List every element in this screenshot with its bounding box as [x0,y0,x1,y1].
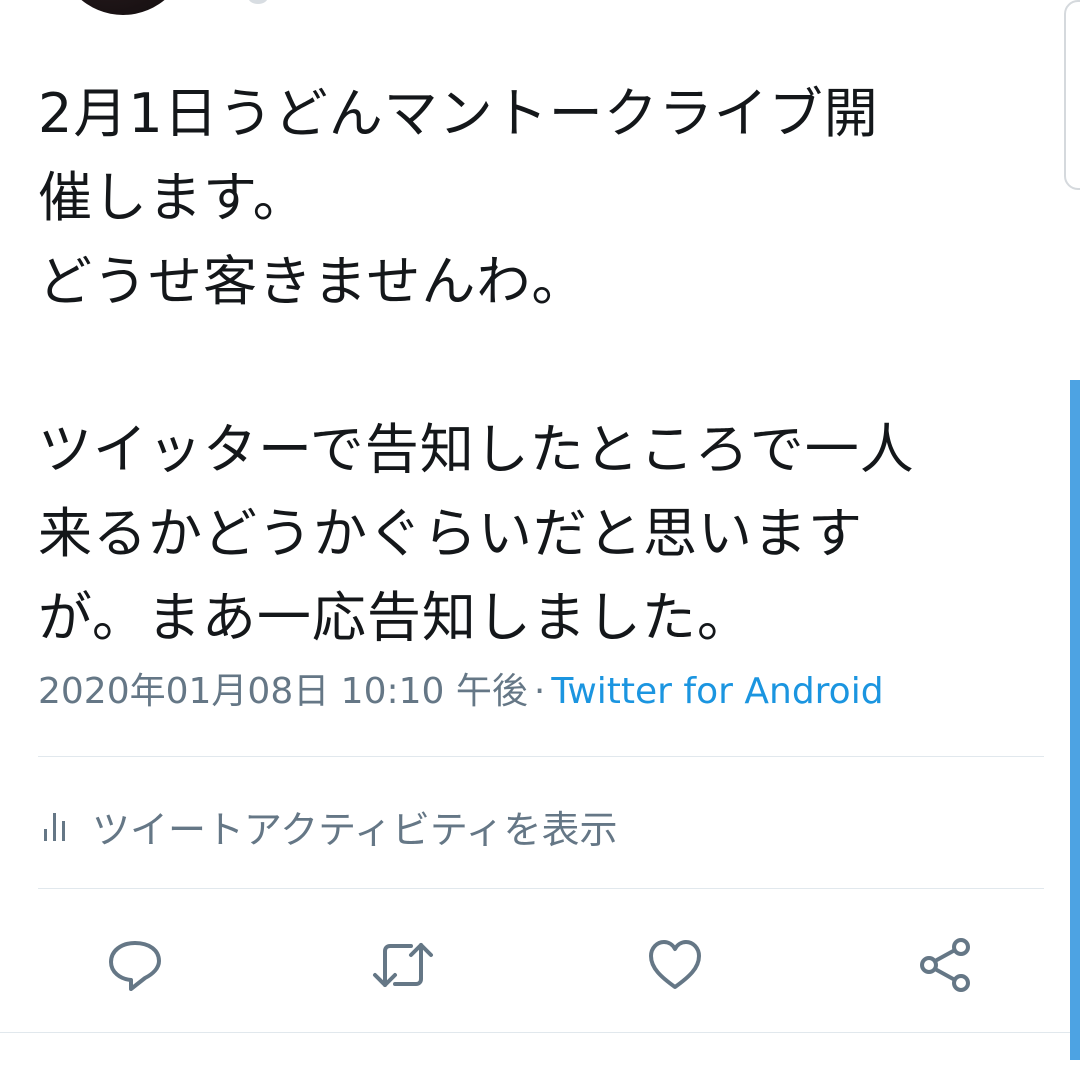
view-tweet-activity-button[interactable]: ツイートアクティビティを表示 [40,796,618,856]
divider [38,756,1044,757]
heart-icon [649,940,701,989]
scrollbar[interactable] [1070,380,1080,1060]
reply-icon [109,941,161,991]
reply-button[interactable] [100,930,170,1000]
tweet-text-line: 2月1日うどんマントークライブ開 [38,82,879,145]
retweet-button[interactable] [368,930,438,1000]
tweet-action-bar [0,930,1080,1000]
tweet-detail-screen: 2月1日うどんマントークライブ開 催します。 どうせ客きませんわ。 ツイッターで… [0,0,1080,1080]
retweet-icon [373,943,433,987]
tweet-meta: 2020年01月08日 10:10 午後 · Twitter for Android [38,664,884,720]
tweet-text-line [38,324,1048,408]
tweet-text-line: が。まあ一応告知しました。 [38,586,752,649]
tweet-timestamp: 2020年01月08日 10:10 午後 [38,671,528,712]
edge-panel-handle[interactable] [1064,0,1080,190]
share-button[interactable] [910,930,980,1000]
tweet-source-link[interactable]: Twitter for Android [551,671,883,712]
divider [38,888,1044,889]
author-handle-fragment [248,0,268,4]
divider [0,1032,1080,1033]
bar-chart-icon [44,813,65,841]
tweet-text: 2月1日うどんマントークライブ開 催します。 どうせ客きませんわ。 ツイッターで… [38,72,1048,660]
tweet-text-line: ツイッターで告知したところで一人 [38,418,915,481]
view-tweet-activity-label: ツイートアクティビティを表示 [92,807,618,852]
share-icon [920,938,970,992]
tweet-text-line: 催します。 [38,166,308,229]
like-button[interactable] [640,930,710,1000]
tweet-text-line: どうせ客きませんわ。 [38,250,587,313]
meta-separator: · [533,671,546,712]
tweet-text-line: 来るかどうかぐらいだと思います [38,502,863,565]
avatar[interactable] [58,0,188,15]
